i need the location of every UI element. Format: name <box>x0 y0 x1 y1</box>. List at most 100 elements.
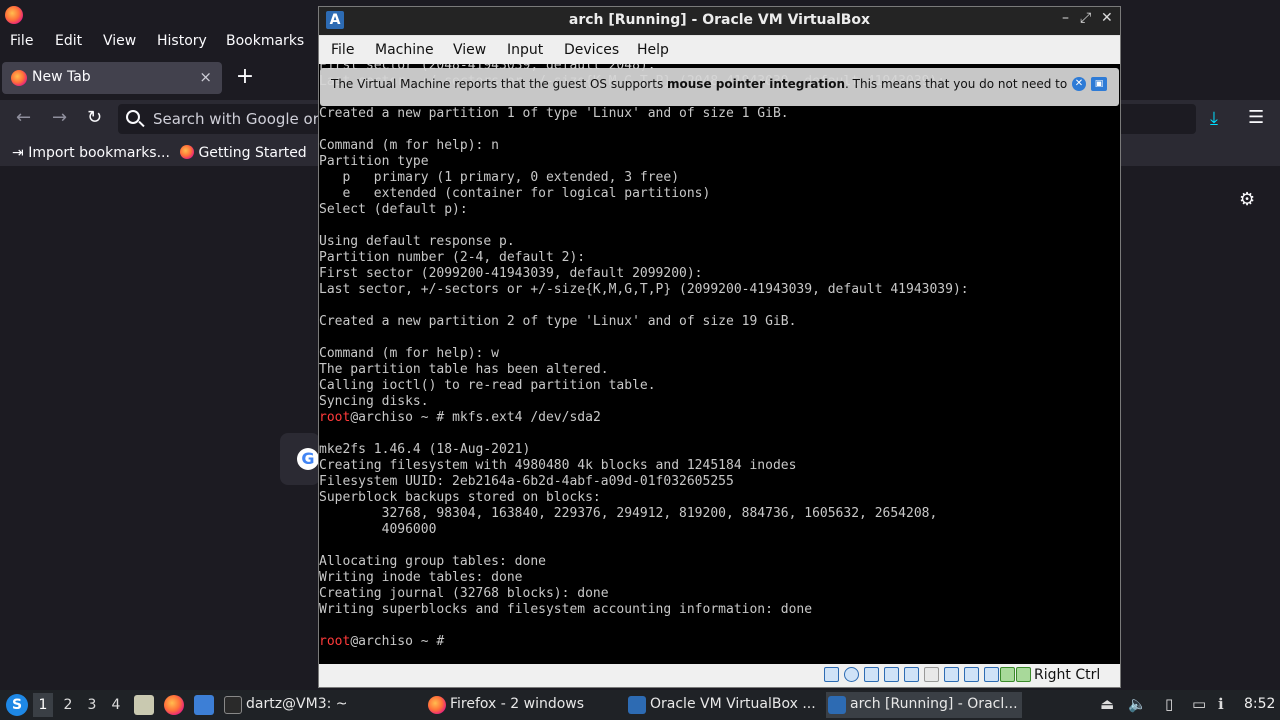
vm-display[interactable]: First sector (2048-41943039, default 204… <box>319 64 1120 664</box>
display-tray-icon[interactable]: ▭ <box>1192 695 1206 713</box>
terminal-line: Syncing disks. <box>319 394 429 409</box>
task-vbox-arch[interactable]: arch [Running] - Oracl... <box>826 692 1022 718</box>
clock: 8:52 <box>1244 696 1276 712</box>
task-terminal[interactable]: dartz@VM3: ~ <box>224 692 414 718</box>
vbox-menu-machine[interactable]: Machine <box>375 42 434 58</box>
ff-menu-bookmarks[interactable]: Bookmarks <box>226 33 304 49</box>
terminal-line: Calling ioctl() to re-read partition tab… <box>319 378 656 393</box>
audio-icon[interactable] <box>864 667 879 682</box>
workspace-4[interactable]: 4 <box>106 697 126 713</box>
minimize-button[interactable]: – <box>1062 10 1069 26</box>
firefox-icon <box>428 696 446 714</box>
prompt-user: root <box>319 410 351 425</box>
usb-icon[interactable] <box>904 667 919 682</box>
tab-label: New Tab <box>32 69 91 85</box>
google-icon: G <box>297 448 319 470</box>
bookmark-import-label: Import bookmarks... <box>28 145 170 161</box>
terminal-line: Partition number (2-4, default 2): <box>319 250 586 265</box>
new-tab-button[interactable]: + <box>234 64 256 90</box>
notice-text-prefix: The Virtual Machine reports that the gue… <box>331 77 668 91</box>
display-icon[interactable] <box>944 667 959 682</box>
optical-drive-icon[interactable] <box>844 667 859 682</box>
terminal-line: Command (m for help): w <box>319 346 500 361</box>
bookmark-getting-started[interactable]: Getting Started <box>180 145 307 161</box>
terminal-line: Created a new partition 2 of type 'Linux… <box>319 314 797 329</box>
terminal-line: 4096000 <box>319 522 437 537</box>
workspace-2[interactable]: 2 <box>58 697 78 713</box>
vbox-menu-file[interactable]: File <box>331 42 354 58</box>
host-key-label: Right Ctrl <box>1034 667 1101 683</box>
search-icon <box>126 110 140 124</box>
firefox-bookmark-icon <box>180 145 194 159</box>
terminal-line: Filesystem UUID: 2eb2164a-6b2d-4abf-a09d… <box>319 474 734 489</box>
terminal-line: Superblock backups stored on blocks: <box>319 490 601 505</box>
terminal-prompt-line: root@archiso ~ # mkfs.ext4 /dev/sda2 <box>319 410 1120 426</box>
terminal-line: Creating filesystem with 4980480 4k bloc… <box>319 458 797 473</box>
maximize-button[interactable]: ⤢ <box>1080 10 1091 26</box>
notice-text-bold: mouse pointer integration <box>667 77 845 91</box>
tray-eject-icon[interactable]: ⏏ <box>1100 695 1114 713</box>
terminal-output: First sector (2048-41943039, default 204… <box>319 64 1120 650</box>
terminal-prompt-line: root@archiso ~ # <box>319 634 1120 650</box>
terminal-line: Writing inode tables: done <box>319 570 523 585</box>
vbox-menu-devices[interactable]: Devices <box>564 42 619 58</box>
vbox-menu-view[interactable]: View <box>453 42 486 58</box>
terminal-line: Partition type <box>319 154 429 169</box>
terminal-line: Last sector, +/-sectors or +/-size{K,M,G… <box>319 282 969 297</box>
vbox-menu-help[interactable]: Help <box>637 42 669 58</box>
terminal-line: Writing superblocks and filesystem accou… <box>319 602 813 617</box>
ff-menu-view[interactable]: View <box>103 33 136 49</box>
ff-menu-history[interactable]: History <box>157 33 207 49</box>
terminal-line: mke2fs 1.46.4 (18-Aug-2021) <box>319 442 531 457</box>
workspace-3[interactable]: 3 <box>82 697 102 713</box>
hamburger-menu-icon[interactable]: ☰ <box>1248 107 1264 128</box>
tab-new-tab[interactable]: New Tab × <box>2 62 222 94</box>
terminal-line: Command (m for help): n <box>319 138 500 153</box>
volume-icon[interactable]: 🔈 <box>1128 695 1147 713</box>
start-menu-icon[interactable]: S <box>6 694 28 716</box>
notice-toggle-icon[interactable]: ▣ <box>1091 77 1107 91</box>
mouse-integration-icon[interactable] <box>1016 667 1031 682</box>
forward-arrow-icon[interactable]: → <box>52 107 67 128</box>
prompt-host: @archiso ~ # <box>350 634 453 649</box>
download-icon[interactable]: ⤓ <box>1210 108 1218 129</box>
firefox-tab-icon <box>11 70 27 86</box>
virtualbox-vm-icon <box>828 696 846 714</box>
task-vbox-manager[interactable]: Oracle VM VirtualBox ... <box>628 692 818 718</box>
terminal-line: Creating journal (32768 blocks): done <box>319 586 609 601</box>
shared-folders-icon[interactable] <box>924 667 939 682</box>
file-manager-launcher-icon[interactable] <box>134 695 154 715</box>
notice-close-icon[interactable]: ✕ <box>1072 77 1086 91</box>
terminal-line: Allocating group tables: done <box>319 554 546 569</box>
desktop-launcher-icon[interactable] <box>194 695 214 715</box>
workspace-1[interactable]: 1 <box>33 693 53 717</box>
clipboard-icon[interactable]: ▯ <box>1165 695 1173 713</box>
firefox-launcher-icon[interactable] <box>164 695 184 715</box>
network-icon[interactable] <box>884 667 899 682</box>
reload-icon[interactable]: ↻ <box>87 107 102 128</box>
task-terminal-label: dartz@VM3: ~ <box>246 696 348 712</box>
terminal-line: 32768, 98304, 163840, 229376, 294912, 81… <box>319 506 938 521</box>
recording-icon[interactable] <box>964 667 979 682</box>
gear-icon[interactable]: ⚙ <box>1239 189 1255 210</box>
hard-disk-icon[interactable] <box>824 667 839 682</box>
notice-text: The Virtual Machine reports that the gue… <box>331 77 1067 91</box>
guest-additions-icon[interactable] <box>1000 667 1015 682</box>
ff-menu-file[interactable]: File <box>10 33 33 49</box>
ff-menu-edit[interactable]: Edit <box>55 33 82 49</box>
close-button[interactable]: ✕ <box>1101 10 1113 26</box>
vbox-menu-input[interactable]: Input <box>507 42 543 58</box>
task-vbox-manager-label: Oracle VM VirtualBox ... <box>650 696 816 712</box>
notifications-icon[interactable]: ℹ <box>1218 695 1224 713</box>
bookmark-import[interactable]: ⇥ Import bookmarks... <box>12 145 170 161</box>
back-arrow-icon[interactable]: ← <box>16 107 31 128</box>
search-input[interactable]: Search with Google or e <box>153 110 333 128</box>
close-tab-icon[interactable]: × <box>199 68 212 86</box>
task-firefox[interactable]: Firefox - 2 windows <box>428 692 618 718</box>
cpu-icon[interactable] <box>984 667 999 682</box>
prompt-user: root <box>319 634 351 649</box>
